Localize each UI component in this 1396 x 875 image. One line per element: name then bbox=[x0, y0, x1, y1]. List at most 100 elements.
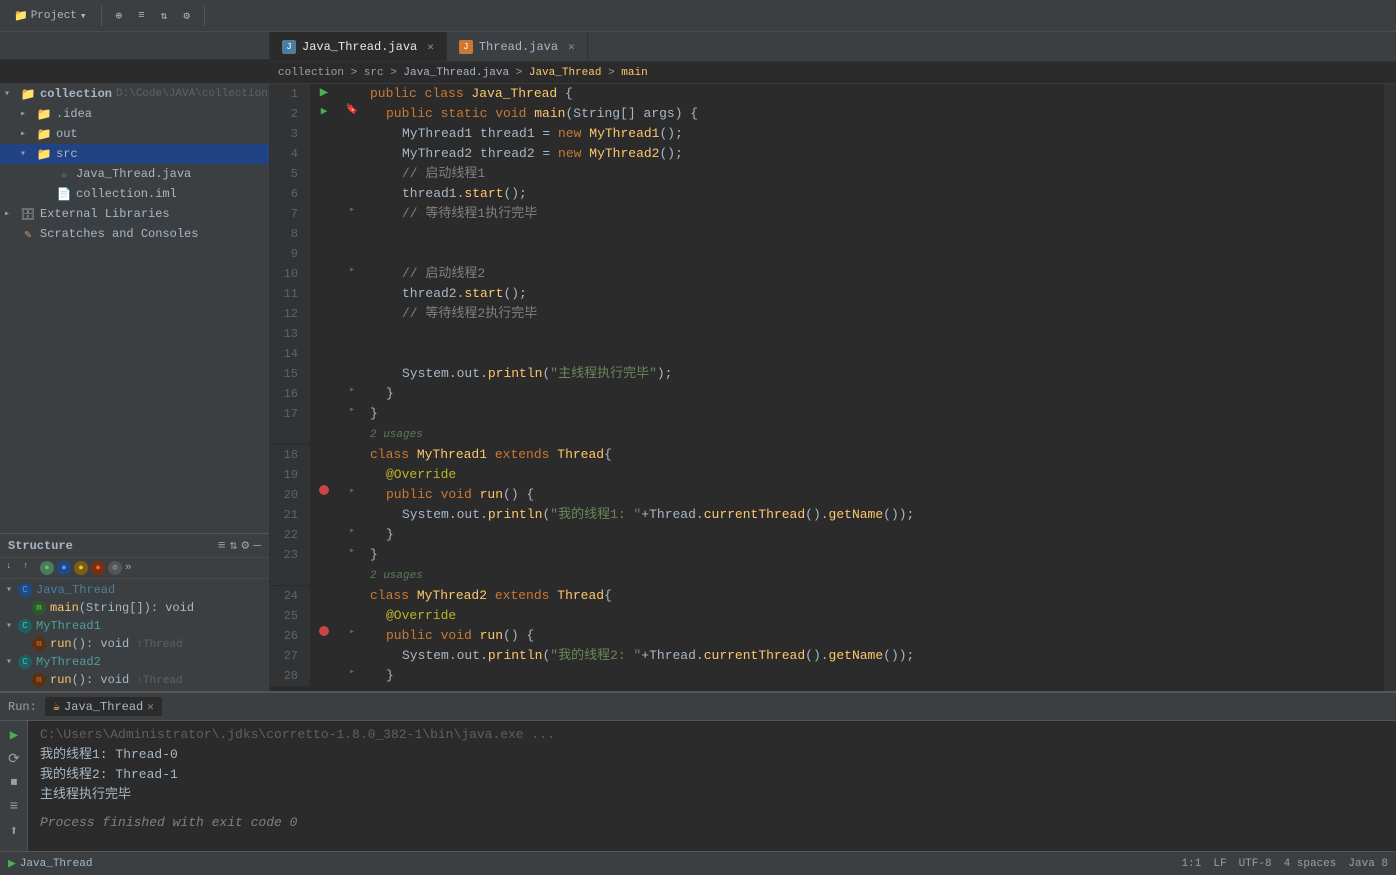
struct-item-mythread1[interactable]: ▾ C MyThread1 bbox=[0, 617, 269, 635]
toolbar-icon-3[interactable]: ⇅ bbox=[155, 7, 174, 25]
struct-item-run1[interactable]: m run(): void ↑Thread bbox=[0, 635, 269, 653]
struct-label-mythread2: MyThread2 bbox=[36, 655, 101, 669]
gutter-26[interactable] bbox=[310, 626, 338, 636]
fold-20[interactable]: ▸ bbox=[338, 485, 366, 497]
code-line-28: 28 ▸ } bbox=[270, 666, 1384, 686]
code-line-25: 25 @Override bbox=[270, 606, 1384, 626]
toolbar-icon-1[interactable]: ⊕ bbox=[110, 7, 129, 25]
fold-28[interactable]: ▸ bbox=[338, 666, 366, 678]
line-num-13: 13 bbox=[270, 324, 310, 344]
code-area[interactable]: 1 ▶ public class Java_Thread { 2 ▶ 🔖 pub… bbox=[270, 84, 1396, 691]
fold-icon-16[interactable]: ▸ bbox=[349, 384, 355, 396]
code-line-20: 20 ▸ public void run() { bbox=[270, 485, 1384, 505]
tab-java-thread-label: Java_Thread.java bbox=[302, 40, 417, 54]
code-line-17: 17 ▸ } bbox=[270, 404, 1384, 424]
gutter-1[interactable]: ▶ bbox=[310, 84, 338, 101]
tree-item-iml[interactable]: 📄 collection.iml bbox=[0, 184, 269, 204]
run-tool-1[interactable]: ⟳ bbox=[4, 749, 24, 769]
tree-item-scratches[interactable]: ✎ Scratches and Consoles bbox=[0, 224, 269, 244]
fold-7[interactable]: ▸ bbox=[338, 204, 366, 216]
gutter-2[interactable]: ▶ bbox=[310, 104, 338, 118]
run-content-area: ▶ ⟳ ⏹ ≡ ⬆ C:\Users\Administrator\.jdks\c… bbox=[0, 721, 1396, 851]
struct-more-icon[interactable]: » bbox=[125, 562, 132, 574]
run-tool-4[interactable]: ⬆ bbox=[4, 821, 24, 841]
tab-thread-close[interactable]: ✕ bbox=[568, 40, 575, 54]
struct-icon-blue[interactable]: ● bbox=[57, 561, 71, 575]
struct-item-java-thread[interactable]: ▾ C Java_Thread bbox=[0, 581, 269, 599]
bottom-run-btn[interactable]: ▶ Java_Thread bbox=[8, 856, 92, 871]
tree-item-src[interactable]: ▾ 📁 src bbox=[0, 144, 269, 164]
fold-icon-22[interactable]: ▸ bbox=[349, 525, 355, 537]
run-tab-java-thread[interactable]: ☕ Java_Thread ✕ bbox=[45, 697, 162, 716]
struct-icon-filter[interactable]: ⊘ bbox=[108, 561, 122, 575]
code-content-6: thread1.start(); bbox=[366, 184, 1384, 204]
struct-arrow-mythread1: ▾ bbox=[6, 620, 18, 632]
tree-item-collection[interactable]: ▾ 📁 collection D:\Code\JAVA\collection bbox=[0, 84, 269, 104]
project-dropdown[interactable]: 📁 Project ▾ bbox=[8, 7, 93, 25]
struct-settings-icon[interactable]: ⚙ bbox=[241, 538, 249, 553]
bottom-encoding[interactable]: UTF-8 bbox=[1239, 858, 1272, 870]
tab-java-thread[interactable]: J Java_Thread.java ✕ bbox=[270, 32, 447, 61]
line-num-4: 4 bbox=[270, 144, 310, 164]
struct-item-main[interactable]: m main(String[]): void bbox=[0, 599, 269, 617]
run-panel: Run: ☕ Java_Thread ✕ ▶ ⟳ ⏹ ≡ ⬆ C:\Users\… bbox=[0, 691, 1396, 851]
tree-item-ext-libs[interactable]: ▸ 🗄 External Libraries bbox=[0, 204, 269, 224]
struct-item-mythread2[interactable]: ▾ C MyThread2 bbox=[0, 653, 269, 671]
bookmark-icon-2: 🔖 bbox=[346, 104, 358, 116]
bottom-line-col[interactable]: 1:1 bbox=[1182, 858, 1202, 870]
bottom-lf[interactable]: LF bbox=[1213, 858, 1226, 870]
gutter-20[interactable] bbox=[310, 485, 338, 495]
breakpoint-26[interactable] bbox=[319, 626, 329, 636]
run-icon-2[interactable]: ▶ bbox=[321, 104, 328, 118]
run-tab-close[interactable]: ✕ bbox=[147, 700, 154, 714]
fold-icon-7[interactable]: ▸ bbox=[349, 204, 355, 216]
run-icon-1[interactable]: ▶ bbox=[320, 84, 328, 101]
struct-icon-yellow[interactable]: ● bbox=[74, 561, 88, 575]
tab-thread[interactable]: J Thread.java ✕ bbox=[447, 32, 588, 61]
code-content-22: } bbox=[366, 525, 1384, 545]
struct-sort-az[interactable]: ↓ bbox=[6, 561, 20, 575]
code-content-25: @Override bbox=[366, 606, 1384, 626]
run-play-btn[interactable]: ▶ bbox=[4, 725, 24, 745]
struct-sort-icon[interactable]: ≡ bbox=[218, 538, 226, 553]
project-panel: ▾ 📁 collection D:\Code\JAVA\collection ▸… bbox=[0, 84, 269, 533]
fold-10[interactable]: ▸ bbox=[338, 264, 366, 276]
code-content-1: public class Java_Thread { bbox=[366, 84, 1384, 104]
bookmark-2: 🔖 bbox=[338, 104, 366, 116]
struct-sort-za[interactable]: ↑ bbox=[23, 561, 37, 575]
tree-item-out[interactable]: ▸ 📁 out bbox=[0, 124, 269, 144]
struct-label-run2: run(): void ↑Thread bbox=[50, 673, 183, 687]
fold-icon-10[interactable]: ▸ bbox=[349, 264, 355, 276]
struct-sort2-icon[interactable]: ⇅ bbox=[230, 538, 238, 553]
fold-17[interactable]: ▸ bbox=[338, 404, 366, 416]
tab-java-thread-close[interactable]: ✕ bbox=[427, 40, 434, 54]
folder-icon-idea: 📁 bbox=[36, 106, 52, 122]
bottom-spaces[interactable]: 4 spaces bbox=[1284, 858, 1337, 870]
fold-icon-23[interactable]: ▸ bbox=[349, 545, 355, 557]
bottom-java-version[interactable]: Java 8 bbox=[1348, 858, 1388, 870]
fold-23[interactable]: ▸ bbox=[338, 545, 366, 557]
run-tool-2[interactable]: ⏹ bbox=[4, 773, 24, 793]
fold-26[interactable]: ▸ bbox=[338, 626, 366, 638]
code-scroll-area[interactable]: 1 ▶ public class Java_Thread { 2 ▶ 🔖 pub… bbox=[270, 84, 1384, 691]
structure-toolbar: ≡ ⇅ ⚙ — bbox=[218, 538, 261, 553]
toolbar-icon-4[interactable]: ⚙ bbox=[177, 7, 196, 25]
fold-16[interactable]: ▸ bbox=[338, 384, 366, 396]
run-output[interactable]: C:\Users\Administrator\.jdks\corretto-1.… bbox=[28, 721, 1396, 851]
struct-item-run2[interactable]: m run(): void ↑Thread bbox=[0, 671, 269, 689]
breakpoint-20[interactable] bbox=[319, 485, 329, 495]
fold-icon-17[interactable]: ▸ bbox=[349, 404, 355, 416]
fold-icon-20[interactable]: ▸ bbox=[349, 485, 355, 497]
fold-icon-28[interactable]: ▸ bbox=[349, 666, 355, 678]
struct-icon-green[interactable]: ● bbox=[40, 561, 54, 575]
folder-icon-out: 📁 bbox=[36, 126, 52, 142]
tree-item-idea[interactable]: ▸ 📁 .idea bbox=[0, 104, 269, 124]
struct-icon-orange[interactable]: ● bbox=[91, 561, 105, 575]
fold-icon-26[interactable]: ▸ bbox=[349, 626, 355, 638]
toolbar-icon-2[interactable]: ≡ bbox=[132, 8, 151, 24]
fold-22[interactable]: ▸ bbox=[338, 525, 366, 537]
tree-item-java-thread-file[interactable]: ☕ Java_Thread.java bbox=[0, 164, 269, 184]
run-tool-3[interactable]: ≡ bbox=[4, 797, 24, 817]
sidebar-header bbox=[0, 32, 270, 60]
struct-close-icon[interactable]: — bbox=[253, 538, 261, 553]
